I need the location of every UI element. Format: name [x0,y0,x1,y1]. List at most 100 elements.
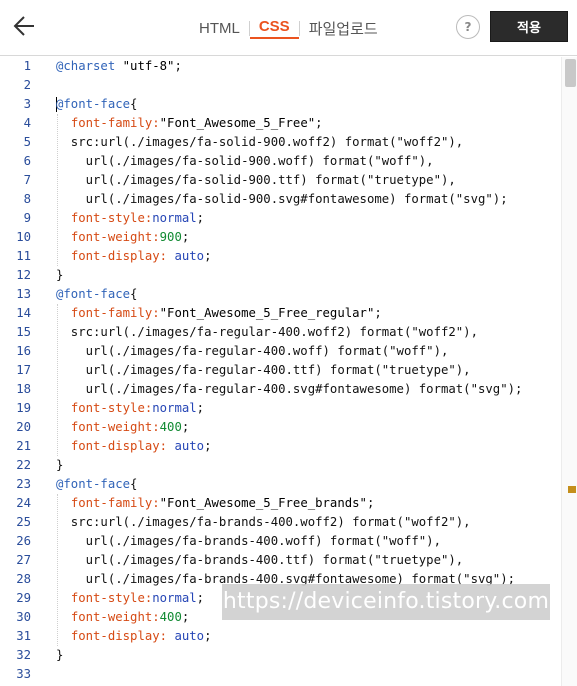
code-token: { [130,287,138,301]
code-token: src:url(./images/fa-solid-900.woff2) for… [56,135,464,149]
line-number: 11 [16,249,31,263]
code-token: url(./images/fa-solid-900.ttf) format("t… [56,173,456,187]
code-token: "Font_Awesome_5_Free" [159,116,316,130]
indent-guide [57,304,58,456]
code-line: @font-face{ [56,475,561,494]
line-number: 15 [16,325,31,339]
line-number: 24 [16,496,31,510]
code-token: font-family: [70,116,160,130]
code-token: font-display: [70,439,175,453]
code-token: 400 [159,420,182,434]
editor-header: HTML CSS 파일업로드 ? 적용 [0,0,577,56]
code-token: ; [181,610,190,624]
code-token: } [56,458,64,472]
back-button[interactable] [10,10,42,42]
help-button[interactable]: ? [456,15,480,39]
scrollbar-marker [568,486,576,493]
line-number: 6 [23,154,31,168]
code-token: ; [181,420,190,434]
code-token: font-weight: [70,610,160,624]
line-number: 23 [16,477,31,491]
code-line: src:url(./images/fa-solid-900.woff2) for… [56,133,561,152]
indent-guide [57,494,58,646]
line-number: 8 [23,192,31,206]
code-line: font-display: auto; [56,247,561,266]
code-token: src:url(./images/fa-brands-400.woff2) fo… [56,515,471,529]
code-token: { [130,477,138,491]
code-token: auto [174,249,205,263]
code-token: font-style: [70,401,153,415]
line-number: 28 [16,572,31,586]
line-number: 14 [16,306,31,320]
line-number: 25 [16,515,31,529]
code-token: { [130,97,138,111]
code-line: url(./images/fa-brands-400.ttf) format("… [56,551,561,570]
line-number: 5 [23,135,31,149]
code-token: url(./images/fa-solid-900.woff) format("… [56,154,434,168]
code-token: 900 [159,230,182,244]
code-token: @font-face [56,287,131,301]
code-token: font-display: [70,249,175,263]
code-token: ; [204,439,212,453]
arrow-left-icon [13,16,34,36]
code-token: ; [196,591,205,605]
code-line: font-style:normal; [56,399,561,418]
code-line: } [56,646,561,665]
line-number: 29 [16,591,31,605]
code-token: font-family: [70,306,160,320]
code-token: "Font_Awesome_5_Free_regular" [159,306,375,320]
code-token: ; [315,116,323,130]
line-number: 30 [16,610,31,624]
scrollbar-thumb[interactable] [565,59,576,87]
tab-html[interactable]: HTML [190,20,249,37]
line-number: 7 [23,173,31,187]
code-token: @font-face [56,477,131,491]
code-token: font-display: [70,629,175,643]
code-token: ; [366,496,375,510]
line-number: 26 [16,534,31,548]
code-line: url(./images/fa-regular-400.woff) format… [56,342,561,361]
line-number: 3 [23,97,31,111]
code-line: url(./images/fa-regular-400.ttf) format(… [56,361,561,380]
code-token: url(./images/fa-brands-400.woff) format(… [56,534,441,548]
code-token: "Font_Awesome_5_Free_brands" [159,496,367,510]
code-token: 400 [159,610,182,624]
code-token: ; [196,401,205,415]
line-number: 18 [16,382,31,396]
tab-file-upload[interactable]: 파일업로드 [300,18,387,39]
code-token: ; [374,306,382,320]
code-token: ; [174,59,182,73]
code-token: font-weight: [70,230,160,244]
indent-guide [57,114,58,266]
vertical-scrollbar[interactable] [561,57,577,686]
code-line: font-family:"Font_Awesome_5_Free_brands"… [56,494,561,513]
line-number: 12 [16,268,31,282]
code-token: "utf-8" [122,59,175,73]
code-token: ; [196,211,205,225]
line-number: 33 [16,667,31,681]
code-token: font-weight: [70,420,160,434]
code-line: url(./images/fa-regular-400.svg#fontawes… [56,380,561,399]
tab-css[interactable]: CSS [249,18,299,39]
line-number: 10 [16,230,31,244]
code-line: } [56,456,561,475]
code-token: normal [152,211,197,225]
editor-tabs: HTML CSS 파일업로드 [190,17,387,39]
line-number: 17 [16,363,31,377]
code-token: @font-face [56,97,131,111]
line-number: 27 [16,553,31,567]
apply-button[interactable]: 적용 [490,11,568,42]
line-number: 1 [23,59,31,73]
code-token: ; [204,629,212,643]
code-line: url(./images/fa-solid-900.woff) format("… [56,152,561,171]
code-token: ; [204,249,212,263]
